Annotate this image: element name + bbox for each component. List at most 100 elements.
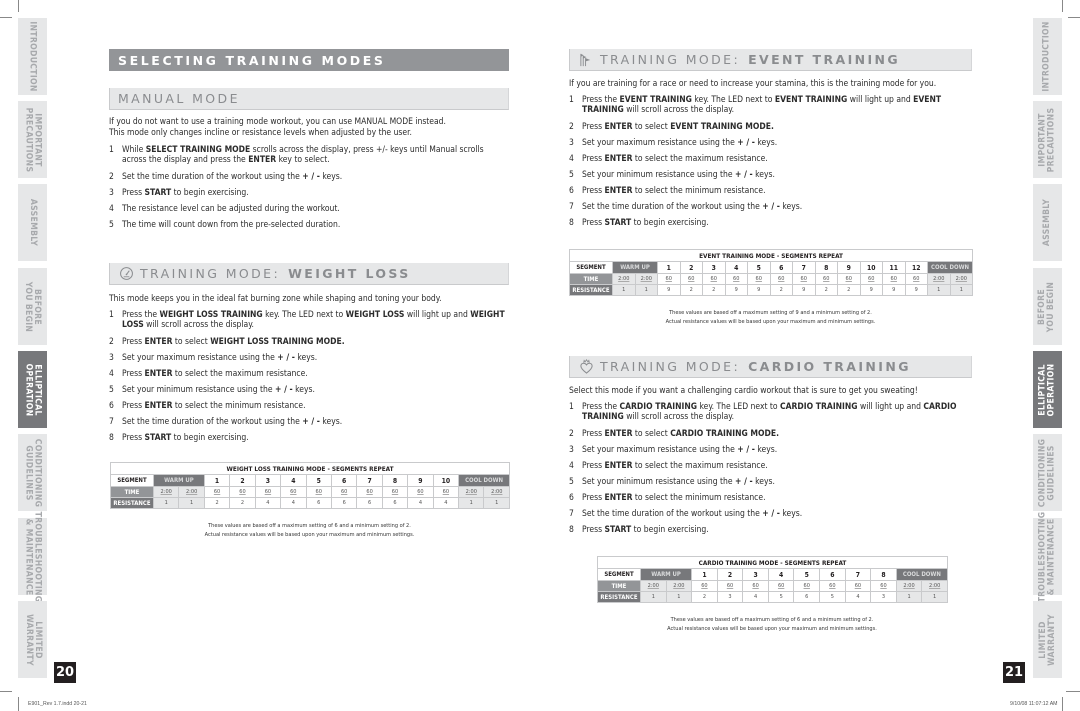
cardio-training-title-name: CARDIO TRAINING — [748, 359, 911, 374]
segment-time: 60 — [702, 273, 726, 285]
segment-time: 60 — [747, 273, 771, 285]
segment-number: 7 — [792, 261, 816, 274]
side-tab-limited-warranty[interactable]: LIMITED WARRANTY — [1033, 601, 1062, 678]
side-tab-elliptical-operation[interactable]: ELLIPTICAL OPERATION — [1033, 351, 1062, 428]
step-number: 2 — [569, 121, 574, 132]
side-tab-label: IMPORTANT PRECAUTIONS — [1037, 107, 1057, 172]
gauge-icon — [118, 266, 135, 281]
step-text: Press ENTER to select WEIGHT LOSS TRAINI… — [122, 336, 345, 347]
side-tab-conditioning-guidelines[interactable]: CONDITIONING GUIDELINES — [1033, 434, 1062, 511]
side-tab-label: TROUBLESHOOTING & MAINTENANCE — [1037, 511, 1057, 602]
side-tab-introduction[interactable]: INTRODUCTION — [18, 18, 47, 95]
weight-loss-title-prefix: TRAINING MODE: — [140, 266, 281, 281]
segment-time: 60 — [356, 486, 383, 498]
side-tab-label: CONDITIONING GUIDELINES — [23, 438, 43, 507]
warm-up-time: 2:00 — [634, 273, 658, 285]
segment-number: 7 — [356, 474, 383, 487]
segment-resistance: 2 — [679, 284, 703, 296]
flags-icon — [578, 52, 595, 67]
table-title: WEIGHT LOSS TRAINING MODE - SEGMENTS REP… — [109, 462, 511, 475]
step-item: 5 Set your minimum resistance using the +… — [569, 477, 974, 487]
segment-resistance: 4 — [844, 591, 872, 603]
step-number: 6 — [569, 185, 574, 196]
step-item: 2 Press ENTER to select WEIGHT LOSS TRAIN… — [109, 337, 509, 347]
step-text: Set your maximum resistance using the + … — [122, 352, 318, 363]
cardio-training-title-prefix: TRAINING MODE: — [600, 359, 741, 374]
step-number: 3 — [109, 352, 114, 363]
crop-mark — [18, 697, 19, 711]
event-training-title-prefix: TRAINING MODE: — [600, 52, 741, 67]
step-item: 3 Set your maximum resistance using the +… — [569, 138, 974, 148]
weight-loss-table-note: These values are based off a maximum set… — [110, 522, 509, 540]
step-item: 1 Press the EVENT TRAINING key. The LED n… — [569, 95, 974, 116]
side-tab-before-you-begin[interactable]: BEFORE YOU BEGIN — [18, 268, 47, 345]
crop-mark — [0, 17, 12, 18]
step-text: Press ENTER to select the maximum resist… — [582, 153, 768, 164]
time-row: TIME 2:00 2:00 60 60 60 60 60 60 60 60 2:00 2:00 — [597, 580, 948, 592]
segment-time: 60 — [742, 580, 769, 592]
step-item: 7 Set the time duration of the workout us… — [109, 417, 509, 427]
step-item: 6 Press ENTER to select the minimum resis… — [109, 401, 509, 411]
side-tab-assembly[interactable]: ASSEMBLY — [18, 184, 47, 261]
step-text: Press the WEIGHT LOSS TRAINING key. The … — [122, 310, 505, 331]
step-number: 7 — [109, 416, 114, 427]
step-text: The time will count down from the pre-se… — [122, 219, 341, 230]
segment-time: 60 — [819, 580, 846, 592]
segment-resistance: 2 — [702, 284, 726, 296]
side-tab-important-precautions[interactable]: IMPORTANT PRECAUTIONS — [18, 101, 47, 178]
intro-line: If you do not want to use a training mod… — [109, 117, 446, 127]
side-tab-conditioning-guidelines[interactable]: CONDITIONING GUIDELINES — [18, 434, 47, 511]
event-training-title-name: EVENT TRAINING — [748, 52, 901, 67]
step-item: 8 Press START to begin exercising. — [569, 218, 974, 228]
step-number: 5 — [569, 476, 574, 487]
segment-resistance: 4 — [254, 497, 282, 509]
step-number: 1 — [569, 402, 574, 412]
segment-resistance: 6 — [356, 497, 383, 509]
manual-mode-steps: 1 While SELECT TRAINING MODE scrolls acro… — [109, 145, 509, 236]
step-item: 5 Set your minimum resistance using the +… — [109, 385, 509, 395]
resistance-label: RESISTANCE — [569, 284, 613, 296]
side-tab-assembly[interactable]: ASSEMBLY — [1033, 184, 1062, 261]
segment-resistance: 2 — [691, 591, 718, 603]
step-number: 4 — [569, 460, 574, 471]
step-number: 4 — [569, 153, 574, 164]
step-item: 1 While SELECT TRAINING MODE scrolls acro… — [109, 145, 509, 166]
crop-mark — [1068, 17, 1080, 18]
segment-number: 2 — [679, 261, 703, 274]
side-tab-troubleshooting-maintenance[interactable]: TROUBLESHOOTING & MAINTENANCE — [1033, 511, 1062, 602]
manual-mode-banner: MANUAL MODE — [109, 88, 509, 110]
step-text: Press START to begin exercising. — [122, 433, 249, 444]
step-item: 4 Press ENTER to select the maximum resis… — [569, 154, 974, 164]
side-tab-label: CONDITIONING GUIDELINES — [1037, 438, 1057, 507]
warm-up-resistance: 1 — [178, 497, 205, 509]
manual-mode-intro: If you do not want to use a training mod… — [109, 117, 509, 139]
cardio-training-intro: Select this mode if you want a challengi… — [569, 386, 918, 396]
cool-down-time: 2:00 — [949, 273, 974, 285]
segment-resistance: 2 — [203, 497, 231, 509]
step-number: 1 — [109, 310, 114, 320]
weight-loss-title-name: WEIGHT LOSS — [288, 266, 411, 281]
step-item: 2 Press ENTER to select EVENT TRAINING MO… — [569, 122, 974, 132]
side-tab-troubleshooting-maintenance[interactable]: TROUBLESHOOTING & MAINTENANCE — [18, 511, 47, 602]
cool-down-header: COOL DOWN — [895, 568, 948, 581]
side-tab-important-precautions[interactable]: IMPORTANT PRECAUTIONS — [1033, 101, 1062, 178]
side-tab-before-you-begin[interactable]: BEFORE YOU BEGIN — [1033, 268, 1062, 345]
side-tab-limited-warranty[interactable]: LIMITED WARRANTY — [18, 601, 47, 678]
side-tab-label: LIMITED WARRANTY — [1037, 613, 1057, 666]
segment-time: 60 — [330, 486, 358, 498]
segment-number: 8 — [870, 568, 897, 581]
side-tab-elliptical-operation[interactable]: ELLIPTICAL OPERATION — [18, 351, 47, 428]
step-item: 6 Press ENTER to select the minimum resis… — [569, 493, 974, 503]
side-tab-introduction[interactable]: INTRODUCTION — [1033, 18, 1062, 95]
segment-number: 12 — [904, 261, 928, 274]
resistance-row: RESISTANCE 1 1 2 2 4 4 6 6 6 6 4 4 1 1 — [110, 497, 511, 509]
step-item: 6 Press ENTER to select the minimum resis… — [569, 186, 974, 196]
step-number: 8 — [569, 218, 574, 229]
segment-time: 60 — [254, 486, 282, 498]
step-number: 8 — [569, 525, 574, 536]
step-item: 2 Set the time duration of the workout us… — [109, 172, 509, 182]
cardio-training-steps: 1 Press the CARDIO TRAINING key. The LED … — [569, 402, 974, 541]
weight-loss-segments-table: WEIGHT LOSS TRAINING MODE - SEGMENTS REP… — [109, 462, 511, 509]
step-text: Press the EVENT TRAINING key. The LED ne… — [582, 95, 942, 116]
segment-resistance: 3 — [870, 591, 897, 603]
